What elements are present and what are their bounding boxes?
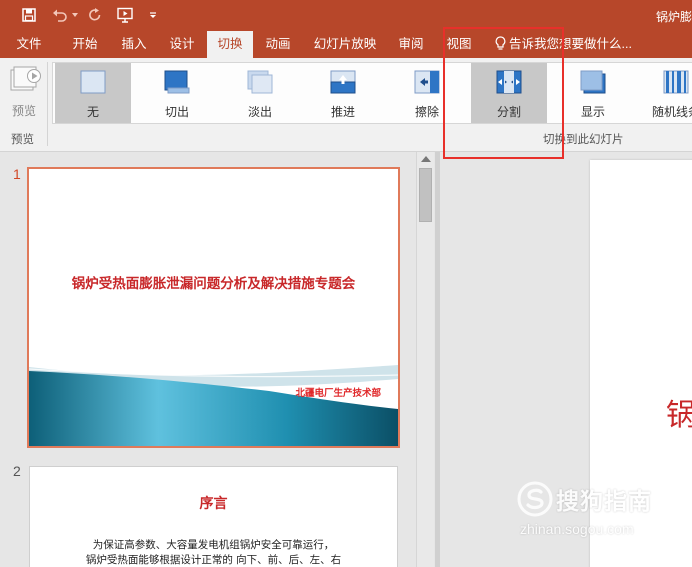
transition-wipe-label: 擦除 [414,105,439,119]
random-bars-transition-icon [663,70,689,97]
start-slideshow-icon[interactable] [115,6,135,24]
preview-button[interactable]: 预览 [4,64,44,124]
transitions-group-label: 切换到此幻灯片 [543,134,624,146]
slide-thumbnail-2[interactable]: 序言 为保证高参数、大容量发电机组锅炉安全可靠运行， 锅炉受热面能够根据设计正常… [29,466,398,567]
preview-label: 预览 [11,104,36,118]
transition-fade-label: 淡出 [247,105,272,119]
ribbon-tab-bar: 文件 开始 插入 设计 切换 动画 幻灯片放映 审阅 视图 告诉我您想要做什么.… [0,31,692,58]
none-transition-icon [80,70,106,97]
slide-number-2: 2 [13,463,21,479]
customize-qat-icon[interactable] [148,6,158,24]
watermark-cn-text: 搜狗指南 [556,488,652,514]
tab-view[interactable]: 视图 [439,31,479,58]
sogou-logo-icon [517,481,553,517]
slide-2-text-line: 锅炉受热面能够根据设计正常的 向下、前、后、左、右 [85,554,342,566]
cut-transition-icon [164,70,190,97]
transition-wipe-button[interactable]: 擦除 [389,63,465,123]
transition-random-bars-label: 随机线条 [651,105,692,119]
transition-push-label: 推进 [330,105,355,119]
redo-icon[interactable] [86,6,104,24]
transition-push-button[interactable]: 推进 [305,63,381,123]
slide-1-wave-graphic [29,365,398,446]
wipe-transition-icon [414,70,440,97]
transition-fade-button[interactable]: 淡出 [222,63,298,123]
document-title: 锅炉膨 [655,10,692,24]
tab-design[interactable]: 设计 [162,31,202,58]
transition-none-button[interactable]: 无 [55,63,131,123]
transition-reveal-button[interactable]: 显示 [555,63,631,123]
transition-cut-button[interactable]: 切出 [139,63,215,123]
tell-me-text: 告诉我您想要做什么... [509,37,632,51]
slide-number-1: 1 [13,166,21,182]
ribbon: 预览 预览 无 切出 淡出 推进 擦除 分割 显示 随机线 切换到此幻灯片 [0,58,692,152]
transition-cut-label: 切出 [164,105,189,119]
transition-none-label: 无 [86,105,99,119]
slide-2-text-line: 为保证高参数、大容量发电机组锅炉安全可靠运行， [92,539,335,551]
transition-random-bars-button[interactable]: 随机线条 [638,63,692,123]
undo-icon[interactable] [51,6,69,24]
watermark-en-text: zhinan.sogou.com [520,521,634,537]
slide-2-title: 序言 [199,496,228,512]
preview-icon [9,64,41,97]
slide-thumbnail-1[interactable]: 锅炉受热面膨胀泄漏问题分析及解决措施专题会 北疆电厂生产技术部 [27,167,400,448]
preview-group-label: 预览 [11,134,34,146]
thumbnail-scrollbar[interactable] [416,152,434,567]
fade-transition-icon [247,70,273,97]
transition-reveal-label: 显示 [580,105,605,119]
main-slide-title-fragment: 锅 [666,398,692,433]
lightbulb-icon [495,36,509,51]
scroll-up-arrow-icon[interactable] [421,156,431,162]
title-bar: 锅炉膨 [0,0,692,31]
push-transition-icon [330,70,356,97]
tab-slideshow[interactable]: 幻灯片放映 [308,31,382,58]
scrollbar-thumb[interactable] [419,168,432,222]
tab-animations[interactable]: 动画 [258,31,298,58]
tab-file[interactable]: 文件 [7,31,51,58]
tell-me-box[interactable]: 告诉我您想要做什么... [495,31,632,58]
split-transition-icon [496,70,522,97]
slide-1-organization: 北疆电厂生产技术部 [295,388,381,399]
tab-review[interactable]: 审阅 [391,31,431,58]
transition-split-button[interactable]: 分割 [471,63,547,123]
tab-transitions[interactable]: 切换 [207,31,253,58]
tab-home[interactable]: 开始 [62,31,108,58]
transition-split-label: 分割 [496,105,521,119]
group-separator [47,62,48,146]
save-icon[interactable] [20,6,38,24]
undo-dropdown-icon[interactable] [71,6,79,24]
reveal-transition-icon [580,70,606,97]
tab-insert[interactable]: 插入 [114,31,154,58]
